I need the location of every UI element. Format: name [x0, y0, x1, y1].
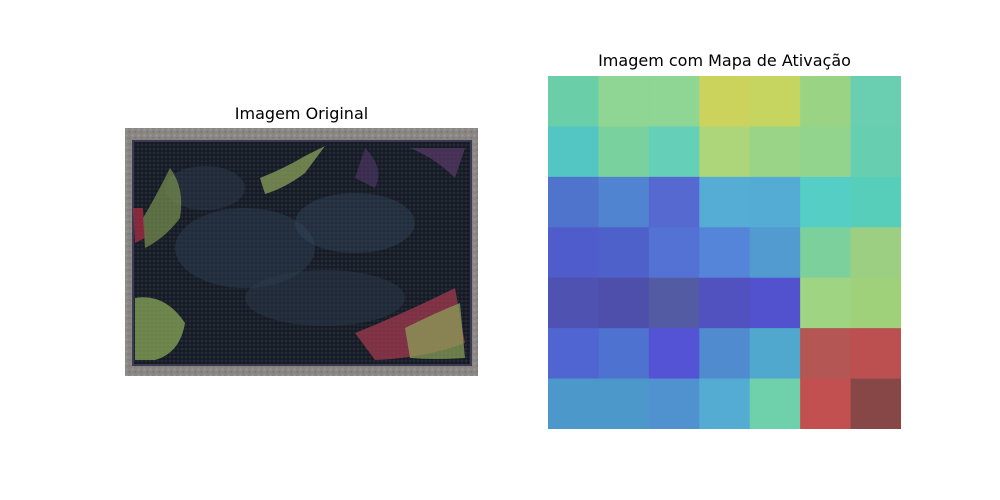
heatmap-cell [548, 176, 599, 228]
heatmap-cell [648, 277, 700, 329]
heatmap-cell [800, 378, 852, 429]
original-image-title: Imagem Original [234, 104, 369, 123]
original-fabric-image [125, 128, 478, 376]
heatmap-cell [699, 126, 751, 178]
heatmap-cell [749, 76, 801, 127]
heatmap-cell [648, 328, 700, 380]
heatmap-cell [598, 176, 650, 228]
heatmap-cell [548, 277, 599, 329]
heatmap-cell [850, 126, 901, 178]
heatmap-cell [749, 126, 801, 178]
heatmap-cell [850, 76, 901, 127]
heatmap-cell [850, 378, 901, 429]
heatmap-cell [598, 126, 650, 178]
heatmap-cell [548, 227, 599, 279]
activation-heatmap [548, 76, 901, 429]
heatmap-title: Imagem com Mapa de Ativação [598, 51, 851, 70]
heatmap-cell [548, 378, 599, 429]
heatmap-cell [749, 227, 801, 279]
heatmap-cell [598, 76, 650, 127]
heatmap-cell [648, 126, 700, 178]
heatmap-cell [800, 227, 852, 279]
heatmap-cell [648, 227, 700, 279]
heatmap-cell [749, 176, 801, 228]
heatmap-cell [548, 126, 599, 178]
heatmap-cell [800, 76, 852, 127]
heatmap-cell [648, 176, 700, 228]
heatmap-cell [598, 328, 650, 380]
heatmap-cell [648, 76, 700, 127]
heatmap-cell [548, 328, 599, 380]
heatmap-cell [850, 277, 901, 329]
heatmap-cell [749, 277, 801, 329]
heatmap-cell [699, 328, 751, 380]
heatmap-cell [699, 176, 751, 228]
heatmap-cell [749, 328, 801, 380]
heatmap-cell [850, 227, 901, 279]
heatmap-cell [699, 227, 751, 279]
heatmap-cell [699, 378, 751, 429]
heatmap-cell [850, 328, 901, 380]
heatmap-cell [800, 126, 852, 178]
heatmap-cell [800, 328, 852, 380]
heatmap-cell [548, 76, 599, 127]
heatmap-cell [749, 378, 801, 429]
heatmap-cell [648, 378, 700, 429]
heatmap-cell [800, 176, 852, 228]
heatmap-cell [699, 277, 751, 329]
heatmap-cell [850, 176, 901, 228]
heatmap-cell [800, 277, 852, 329]
heatmap-cell [598, 378, 650, 429]
heatmap-cell [699, 76, 751, 127]
heatmap-cell [598, 227, 650, 279]
heatmap-cell [598, 277, 650, 329]
